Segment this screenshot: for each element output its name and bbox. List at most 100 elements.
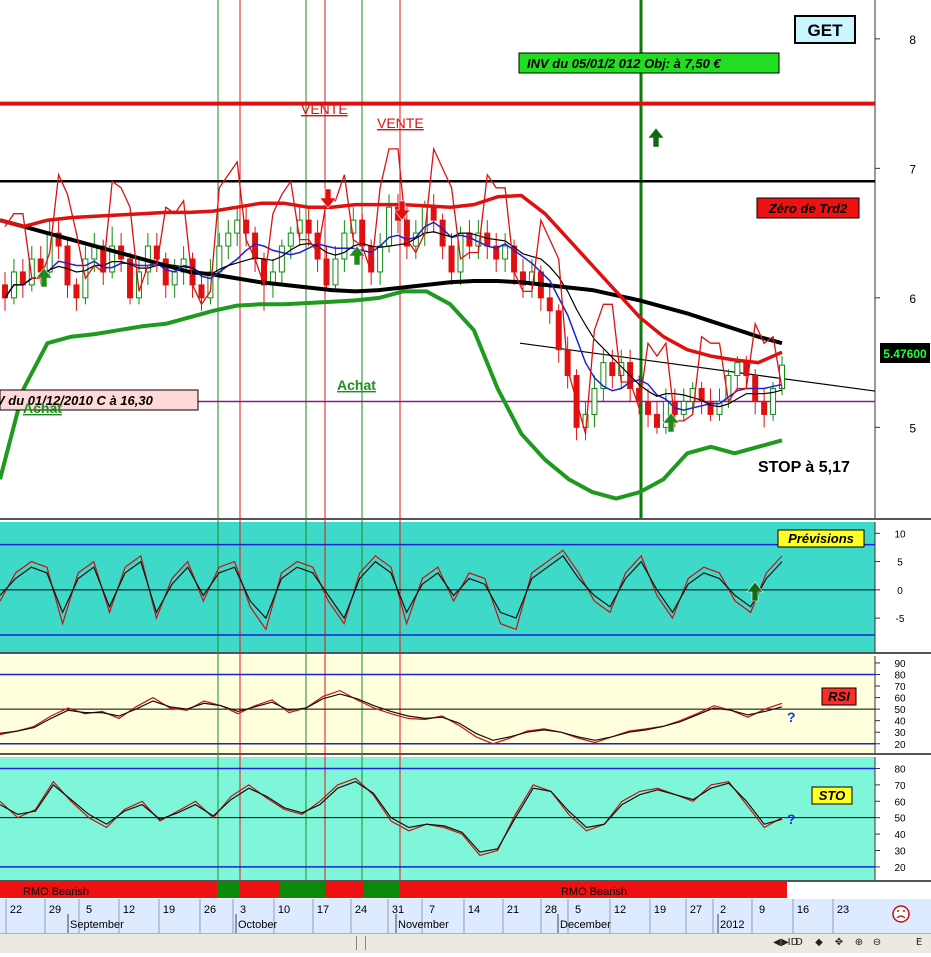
price-tick-label: 8 bbox=[909, 33, 916, 47]
osc-tick-label: 70 bbox=[894, 781, 906, 792]
candle-body bbox=[225, 232, 232, 247]
osc-tick-label: 60 bbox=[894, 797, 906, 808]
question-mark-label: ? bbox=[787, 709, 796, 725]
date-day-label: 5 bbox=[86, 904, 92, 916]
candle-body bbox=[234, 219, 241, 234]
candle-body bbox=[645, 400, 652, 415]
rmo-empty bbox=[787, 882, 931, 898]
osc-tick-label: 60 bbox=[894, 694, 906, 705]
diamond-icon[interactable]: ◆ bbox=[812, 936, 826, 950]
osc-tick-label: 90 bbox=[894, 659, 906, 670]
rmo-right-label: RMO Bearish bbox=[561, 886, 627, 898]
osc-label: STO bbox=[819, 788, 846, 803]
candle-body bbox=[662, 400, 669, 428]
date-axis-bg bbox=[0, 899, 931, 933]
candle-body bbox=[448, 245, 455, 273]
stop-label: STOP à 5,17 bbox=[758, 459, 850, 476]
sell-label: VENTE bbox=[301, 101, 348, 117]
date-day-label: 19 bbox=[654, 904, 666, 916]
rmo-bullish-segment bbox=[363, 882, 400, 898]
osc-tick-label: 0 bbox=[897, 586, 903, 597]
osc-tick-label: 5 bbox=[897, 558, 903, 569]
chart-svg[interactable]: 8 7 6 5 GET INV du 05/01/2 012 Obj: à 7,50 € Z… bbox=[0, 0, 931, 952]
buy-label: Achat bbox=[337, 377, 376, 393]
price-tick-label: 6 bbox=[909, 292, 916, 306]
candle-body bbox=[332, 258, 339, 286]
candle-body bbox=[171, 271, 178, 286]
osc-tick-label: 40 bbox=[894, 717, 906, 728]
sell-label: VENTE bbox=[377, 115, 424, 131]
candle-body bbox=[162, 258, 169, 286]
rmo-bullish-segment bbox=[218, 882, 240, 898]
horizontal-scrollbar[interactable]: ◀ ▶ ID D ◆ ✥ ⊕ ⊖ E bbox=[0, 933, 931, 953]
osc-tick-label: 70 bbox=[894, 682, 906, 693]
date-day-label: 26 bbox=[204, 904, 216, 916]
price-tick-label: 7 bbox=[909, 162, 916, 176]
candle-body bbox=[457, 232, 464, 273]
date-day-label: 7 bbox=[429, 904, 435, 916]
panel-bg-rsi bbox=[0, 656, 875, 753]
question-mark-label: ? bbox=[787, 811, 796, 827]
zoom-in-icon[interactable]: ⊕ bbox=[852, 936, 866, 950]
candle-body bbox=[430, 206, 437, 221]
date-day-label: 10 bbox=[278, 904, 290, 916]
candle-body bbox=[546, 297, 553, 312]
date-day-label: 12 bbox=[614, 904, 626, 916]
candle-body bbox=[761, 400, 768, 415]
ticker-label: GET bbox=[808, 21, 844, 40]
candle-body bbox=[64, 245, 71, 286]
e-button[interactable]: E bbox=[912, 936, 926, 950]
date-day-label: 24 bbox=[355, 904, 367, 916]
osc-tick-label: 80 bbox=[894, 764, 906, 775]
date-day-label: 22 bbox=[10, 904, 22, 916]
date-day-label: 31 bbox=[392, 904, 404, 916]
date-day-label: 2 bbox=[720, 904, 726, 916]
osc-label: Prévisions bbox=[788, 531, 854, 546]
osc-tick-label: 80 bbox=[894, 670, 906, 681]
scroll-grip[interactable] bbox=[356, 936, 366, 950]
osc-tick-label: 30 bbox=[894, 728, 906, 739]
candle-body bbox=[341, 232, 348, 260]
candle-body bbox=[386, 206, 393, 247]
price-tick-label: 5 bbox=[909, 421, 916, 435]
osc-tick-label: 30 bbox=[894, 846, 906, 857]
candle-body bbox=[484, 232, 491, 247]
chart-stage[interactable]: 8 7 6 5 GET INV du 05/01/2 012 Obj: à 7,50 € Z… bbox=[0, 0, 931, 952]
candle-body bbox=[466, 232, 473, 247]
candle-body bbox=[439, 219, 446, 247]
candle-body bbox=[591, 388, 598, 415]
date-day-label: 29 bbox=[49, 904, 61, 916]
last-price-label: 5.47600 bbox=[883, 347, 927, 361]
date-month-label: November bbox=[398, 919, 449, 931]
osc-tick-label: 50 bbox=[894, 705, 906, 716]
osc-tick-label: 40 bbox=[894, 830, 906, 841]
candle-body bbox=[680, 400, 687, 415]
candle-body bbox=[609, 362, 616, 377]
osc-tick-label: 10 bbox=[894, 529, 906, 540]
panel-bg-sto bbox=[0, 757, 875, 880]
date-day-label: 19 bbox=[163, 904, 175, 916]
zero-label: Zéro de Trd2 bbox=[768, 201, 848, 216]
date-day-label: 5 bbox=[575, 904, 581, 916]
move-icon[interactable]: ✥ bbox=[832, 936, 846, 950]
date-month-label: September bbox=[70, 919, 124, 931]
date-month-label: October bbox=[238, 919, 277, 931]
date-day-label: 28 bbox=[545, 904, 557, 916]
candle-body bbox=[555, 310, 562, 351]
candle-body bbox=[323, 258, 330, 286]
date-day-label: 3 bbox=[240, 904, 246, 916]
sad-face-icon[interactable] bbox=[892, 905, 910, 923]
sad-face-eye bbox=[897, 910, 899, 912]
candle-body bbox=[305, 219, 312, 234]
buy-label: Achat bbox=[23, 400, 62, 416]
d-button[interactable]: D bbox=[792, 936, 806, 950]
date-day-label: 9 bbox=[759, 904, 765, 916]
axis-bg-prev bbox=[875, 522, 931, 652]
date-month-label: 2012 bbox=[720, 919, 744, 931]
axis-bg-price bbox=[875, 0, 931, 518]
candle-body bbox=[502, 245, 509, 260]
candle-body bbox=[198, 284, 205, 299]
candle-body bbox=[359, 219, 366, 247]
date-month-label: December bbox=[560, 919, 611, 931]
zoom-out-icon[interactable]: ⊖ bbox=[870, 936, 884, 950]
